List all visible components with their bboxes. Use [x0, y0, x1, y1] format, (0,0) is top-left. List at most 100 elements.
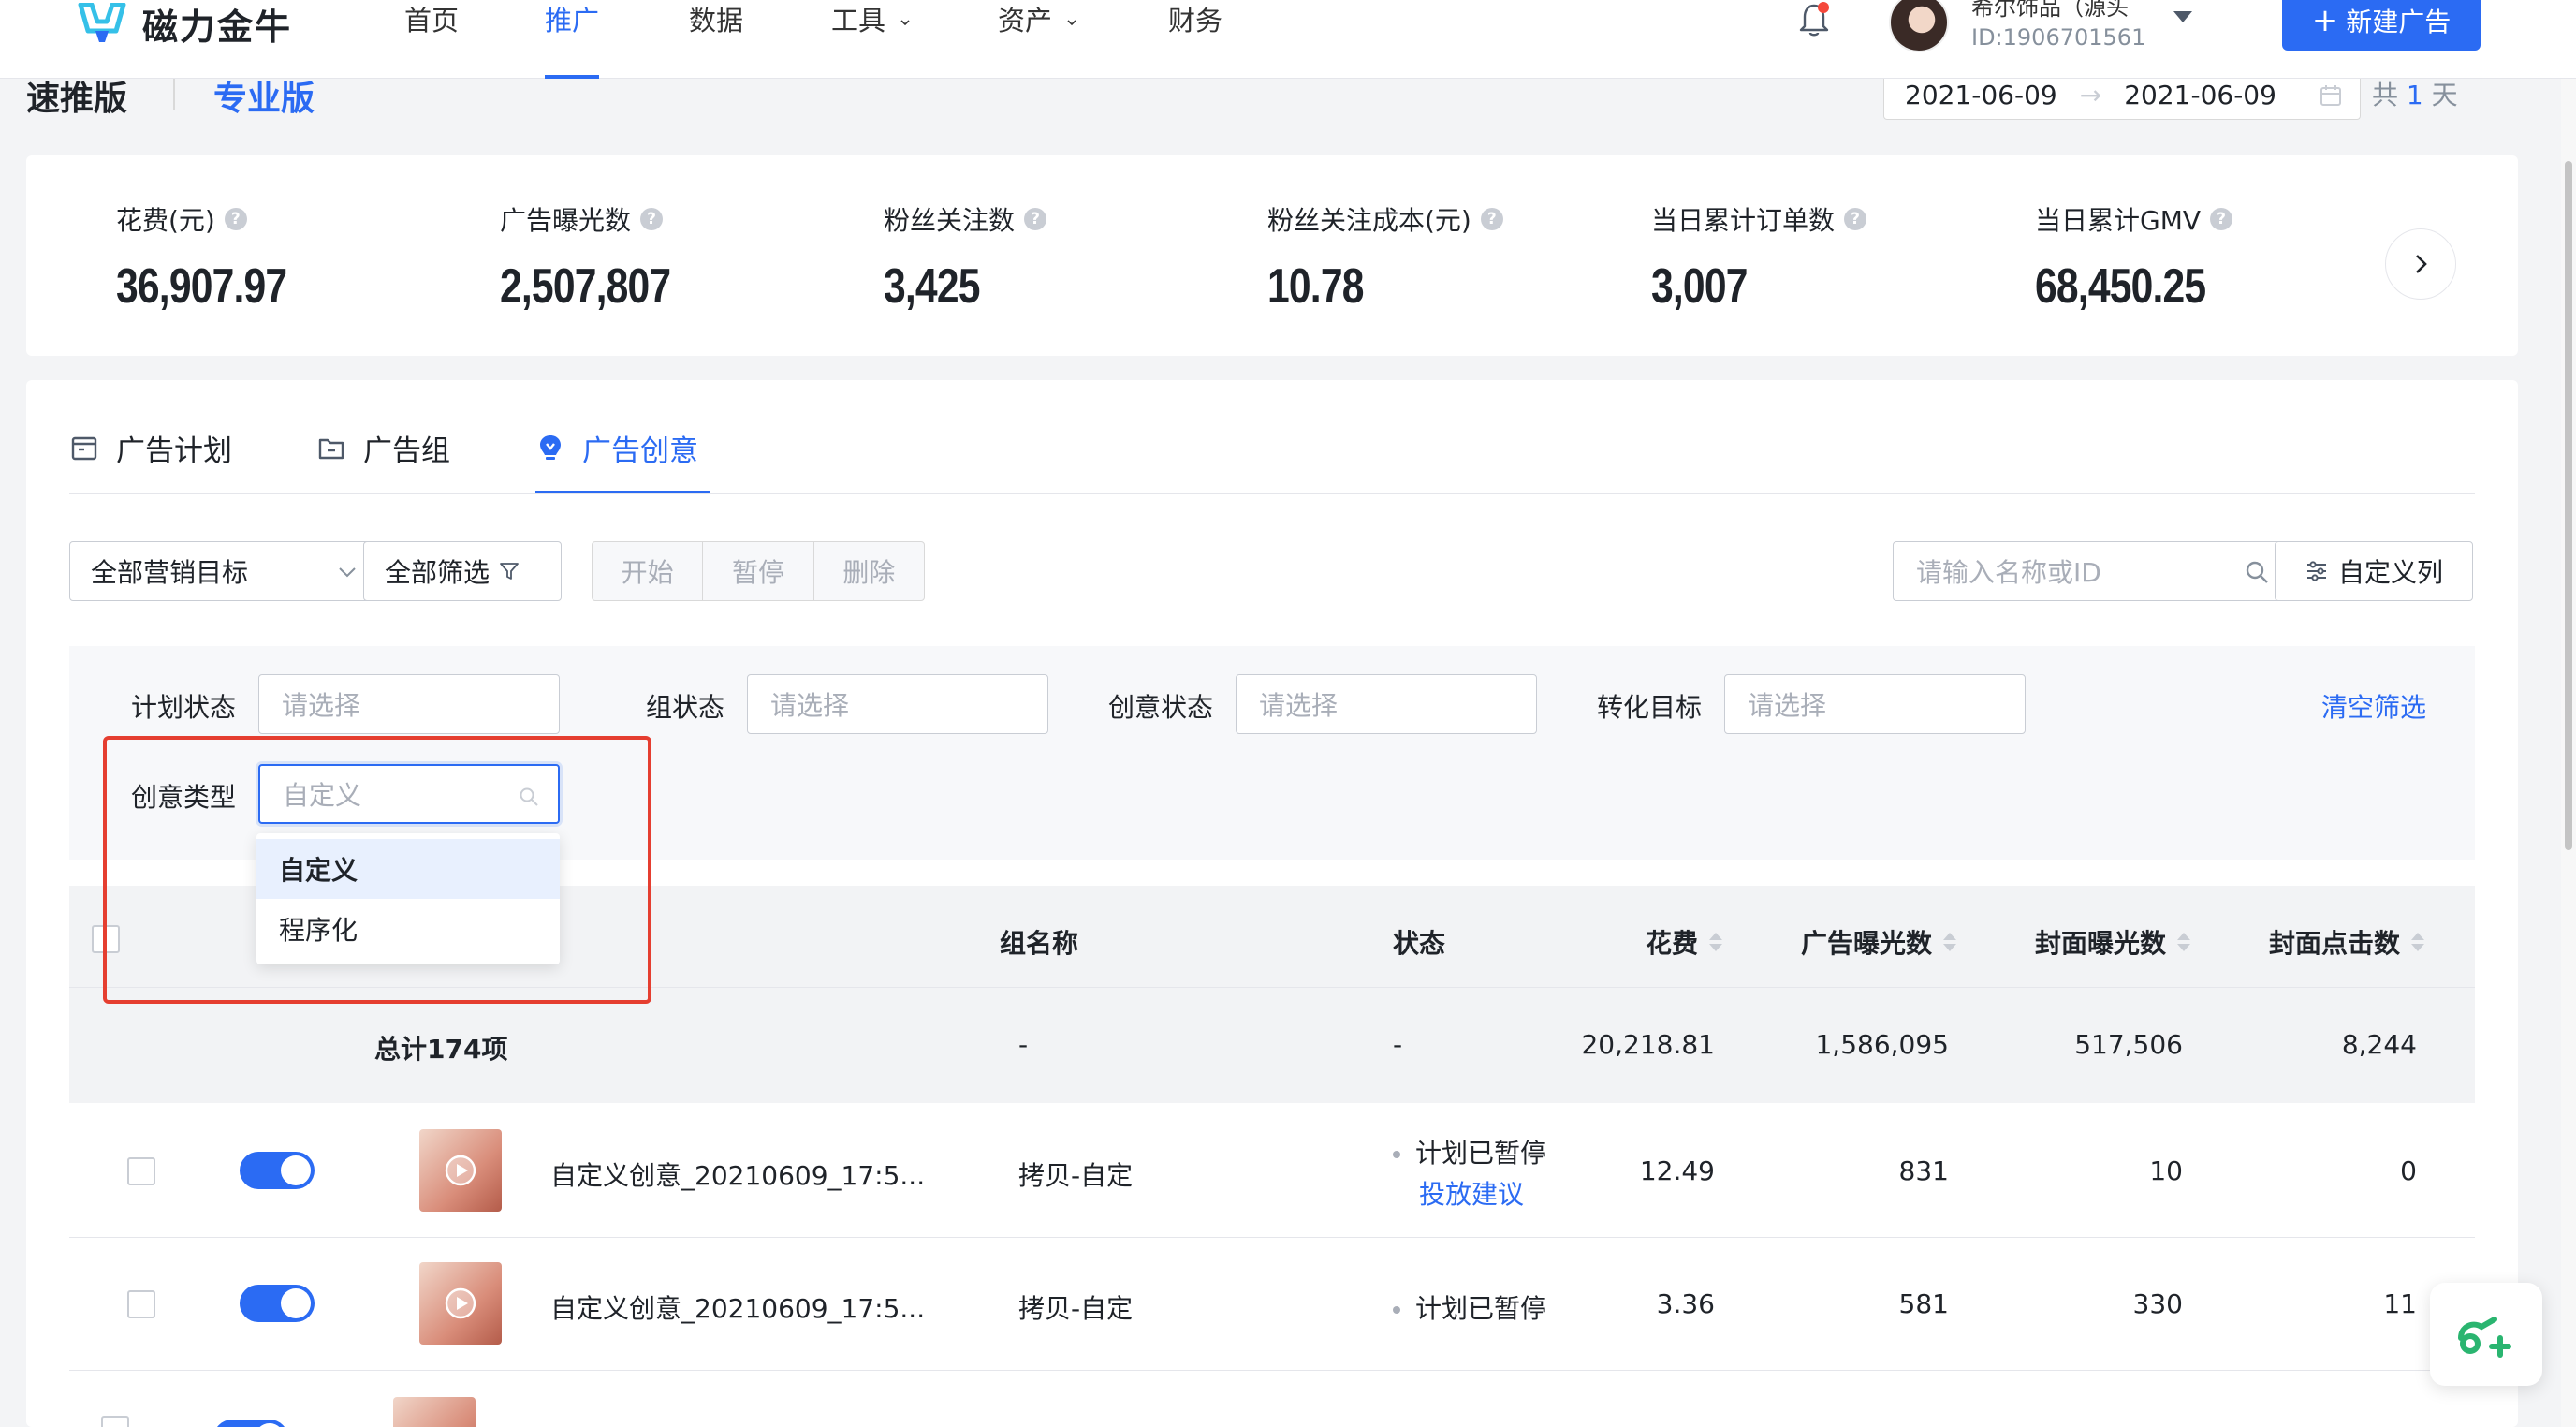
row-toggle[interactable] [240, 1285, 315, 1322]
tab-label: 广告创意 [582, 434, 698, 468]
nav-assets-label: 资产 [998, 5, 1053, 37]
tab-ad-group[interactable]: 广告组 [316, 418, 450, 478]
all-filter-button[interactable]: 全部筛选 [363, 541, 562, 601]
creative-thumbnail[interactable] [419, 1262, 502, 1345]
arrow-icon: → [2079, 79, 2102, 110]
select-all-checkbox[interactable] [92, 925, 120, 953]
plan-status-label: 计划状态 [131, 692, 237, 723]
help-icon[interactable]: ? [1480, 208, 1503, 230]
sort-icon[interactable] [1943, 933, 1957, 951]
table-row[interactable]: 自定义创意_20210609_17:5... 拷贝-自定 计划已暂停 投放建议 … [69, 1105, 2475, 1238]
row-checkbox[interactable] [127, 1157, 155, 1185]
creative-thumbnail[interactable] [393, 1397, 476, 1427]
creative-thumbnail[interactable] [419, 1129, 502, 1212]
lightbulb-icon [540, 435, 561, 460]
help-icon[interactable]: ? [1024, 208, 1047, 230]
nav-promotion[interactable]: 推广 [545, 0, 599, 47]
metric-label: 当日累计GMV [2035, 205, 2202, 236]
avatar[interactable] [1889, 0, 1949, 52]
help-icon[interactable]: ? [2210, 208, 2233, 230]
marketing-goal-select[interactable]: 全部营销目标 [69, 541, 378, 601]
th-label: 组名称 [1000, 928, 1079, 959]
conversion-goal-select[interactable]: 请选择 [1724, 674, 2026, 734]
logo-icon [78, 3, 126, 42]
total-status: - [1393, 1029, 1403, 1060]
main-card: 广告计划 广告组 广告创意 全部营销目标 全部筛选 开始 暂停 删除 请输入名称… [26, 380, 2518, 1427]
pause-button[interactable]: 暂停 [703, 542, 814, 600]
delete-button[interactable]: 删除 [814, 542, 924, 600]
new-ad-button[interactable]: + 新建广告 [2282, 0, 2481, 51]
row-impressions: 581 [1898, 1288, 1949, 1319]
nav-home[interactable]: 首页 [404, 0, 459, 47]
group-name: 拷贝-自定 [1018, 1160, 1134, 1191]
tab-ad-plan[interactable]: 广告计划 [69, 418, 232, 478]
floating-assistant-button[interactable] [2430, 1283, 2542, 1386]
group-status-select[interactable]: 请选择 [747, 674, 1048, 734]
nav-assets[interactable]: 资产 [998, 0, 1077, 47]
advice-link[interactable]: 投放建议 [1419, 1174, 1524, 1212]
account-name: 希尔饰品（源头 [1971, 0, 2129, 21]
creative-status-select[interactable]: 请选择 [1236, 674, 1537, 734]
metric-gmv: 当日累计GMV? 68,450.25 [2035, 200, 2243, 315]
th-label: 状态 [1393, 928, 1446, 959]
th-group-name: 组名称 [1000, 923, 1078, 961]
nav-data[interactable]: 数据 [689, 0, 743, 47]
help-icon[interactable]: ? [224, 208, 247, 230]
sort-icon[interactable] [2177, 933, 2191, 951]
start-button[interactable]: 开始 [593, 542, 704, 600]
plan-status-select[interactable]: 请选择 [258, 674, 560, 734]
custom-columns-button[interactable]: 自定义列 [2275, 541, 2473, 601]
row-cover-impressions: 10 [2149, 1155, 2183, 1186]
creative-type-select[interactable]: 自定义 [258, 764, 560, 824]
th-cover-clicks[interactable]: 封面点击数 [2269, 923, 2425, 961]
th-cost[interactable]: 花费 [1646, 923, 1723, 961]
creative-name[interactable]: 自定义创意_20210609_17:5... [550, 1288, 925, 1326]
dropdown-option-custom[interactable]: 自定义 [256, 839, 560, 899]
help-icon[interactable]: ? [640, 208, 664, 230]
th-cover-impressions[interactable]: 封面曝光数 [2035, 923, 2191, 961]
select-placeholder: 请选择 [282, 690, 361, 721]
row-toggle[interactable] [240, 1152, 315, 1189]
row-checkbox[interactable] [101, 1416, 129, 1427]
divider [173, 75, 175, 110]
th-impressions[interactable]: 广告曝光数 [1801, 923, 1957, 961]
clear-filter-link[interactable]: 清空筛选 [2321, 687, 2426, 725]
search-input[interactable]: 请输入名称或ID [1893, 541, 2293, 601]
nav-active-indicator [545, 75, 599, 79]
nav-tools[interactable]: 工具 [831, 0, 911, 47]
row-toggle[interactable] [213, 1420, 288, 1427]
metric-followers: 粉丝关注数? 3,425 [884, 200, 1047, 315]
logo[interactable]: 磁力金牛 [75, 0, 293, 48]
tab-label: 广告计划 [116, 434, 232, 468]
bulk-action-group: 开始 暂停 删除 [592, 541, 925, 601]
tab-ad-creative[interactable]: 广告创意 [535, 418, 698, 478]
total-cover-impressions: 517,506 [2074, 1029, 2183, 1060]
calendar-icon [71, 436, 97, 461]
metrics-next-button[interactable] [2385, 228, 2456, 300]
table-row[interactable]: 自定义创意_20210609_17:5... 拷贝-自定 计划已暂停 3.36 … [69, 1238, 2475, 1371]
search-icon [2246, 561, 2268, 583]
search-icon [520, 787, 538, 806]
th-label: 花费 [1646, 928, 1699, 959]
metric-value: 3,425 [884, 259, 980, 314]
chevron-right-icon [2416, 255, 2427, 273]
row-checkbox[interactable] [127, 1290, 155, 1318]
caret-down-icon[interactable] [2174, 11, 2192, 22]
dropdown-option-programmatic[interactable]: 程序化 [256, 899, 560, 959]
custom-columns-label: 自定义列 [2337, 557, 2443, 588]
play-icon [445, 1155, 476, 1186]
creative-name[interactable]: 自定义创意_20210609_17:5... [550, 1155, 925, 1193]
sort-icon[interactable] [2411, 933, 2425, 951]
sort-icon[interactable] [1709, 933, 1723, 951]
help-icon[interactable]: ? [1844, 208, 1867, 230]
th-label: 封面曝光数 [2035, 928, 2167, 959]
metric-label: 粉丝关注数 [884, 205, 1016, 236]
scrollbar-thumb[interactable] [2565, 161, 2572, 850]
row-cover-clicks: 11 [2383, 1288, 2417, 1319]
assistant-plus-icon [2458, 1317, 2511, 1358]
brand-name: 磁力金牛 [142, 6, 293, 48]
row-cost: 12.49 [1639, 1155, 1715, 1186]
play-icon [445, 1287, 476, 1319]
nav-finance[interactable]: 财务 [1168, 0, 1222, 47]
row-impressions: 831 [1898, 1155, 1949, 1186]
